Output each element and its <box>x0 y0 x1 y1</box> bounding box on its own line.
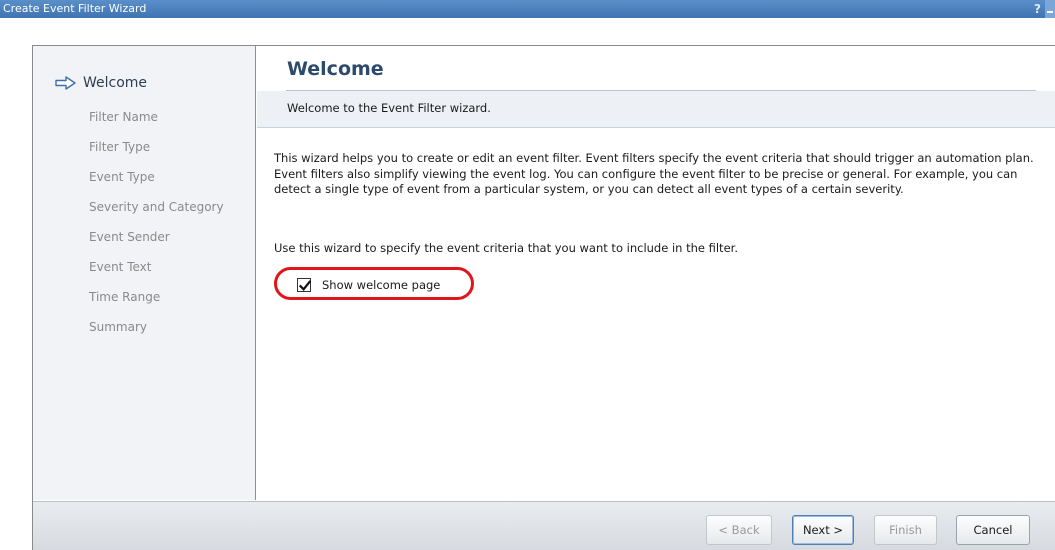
sidebar-step-summary: Summary <box>89 320 147 334</box>
next-button[interactable]: Next > <box>792 515 854 545</box>
show-welcome-checkbox[interactable] <box>297 278 312 292</box>
cancel-button[interactable]: Cancel <box>956 515 1030 545</box>
titlebar-controls: ? <box>1034 0 1055 18</box>
page-instruction: Use this wizard to specify the event cri… <box>274 241 738 255</box>
minimize-icon[interactable] <box>1045 0 1055 18</box>
sidebar-step-event-sender: Event Sender <box>89 230 170 244</box>
wizard-content: Welcome Welcome to the Event Filter wiza… <box>257 46 1055 500</box>
show-welcome-label[interactable]: Show welcome page <box>322 278 440 292</box>
sidebar-step-filter-type: Filter Type <box>89 140 151 154</box>
finish-button[interactable]: Finish <box>874 515 937 545</box>
sidebar-step-label: Welcome <box>83 75 148 91</box>
back-button[interactable]: < Back <box>706 515 772 545</box>
page-description: This wizard helps you to create or edit … <box>274 151 1034 196</box>
show-welcome-row[interactable]: Show welcome page <box>297 278 440 292</box>
help-icon[interactable]: ? <box>1034 0 1041 18</box>
sidebar-step-severity-category: Severity and Category <box>89 200 224 214</box>
wizard-frame: Welcome Filter Name Filter Type Event Ty… <box>32 45 1055 550</box>
sidebar-step-welcome: Welcome <box>55 75 147 91</box>
window-titlebar: Create Event Filter Wizard ? <box>0 0 1055 18</box>
wizard-step-list: Welcome Filter Name Filter Type Event Ty… <box>33 46 256 500</box>
check-mark-icon <box>298 280 312 291</box>
sidebar-step-filter-name: Filter Name <box>89 110 158 124</box>
sidebar-step-event-text: Event Text <box>89 260 152 274</box>
sidebar-step-event-type: Event Type <box>89 170 155 184</box>
window-title: Create Event Filter Wizard <box>3 2 147 15</box>
subtitle-band: Welcome to the Event Filter wizard. <box>257 91 1055 128</box>
wizard-button-bar: < Back Next > Finish Cancel <box>33 501 1055 550</box>
page-title: Welcome <box>287 58 384 80</box>
page-subtitle: Welcome to the Event Filter wizard. <box>287 101 491 115</box>
sidebar-step-time-range: Time Range <box>89 290 161 304</box>
arrow-right-icon <box>55 76 76 90</box>
